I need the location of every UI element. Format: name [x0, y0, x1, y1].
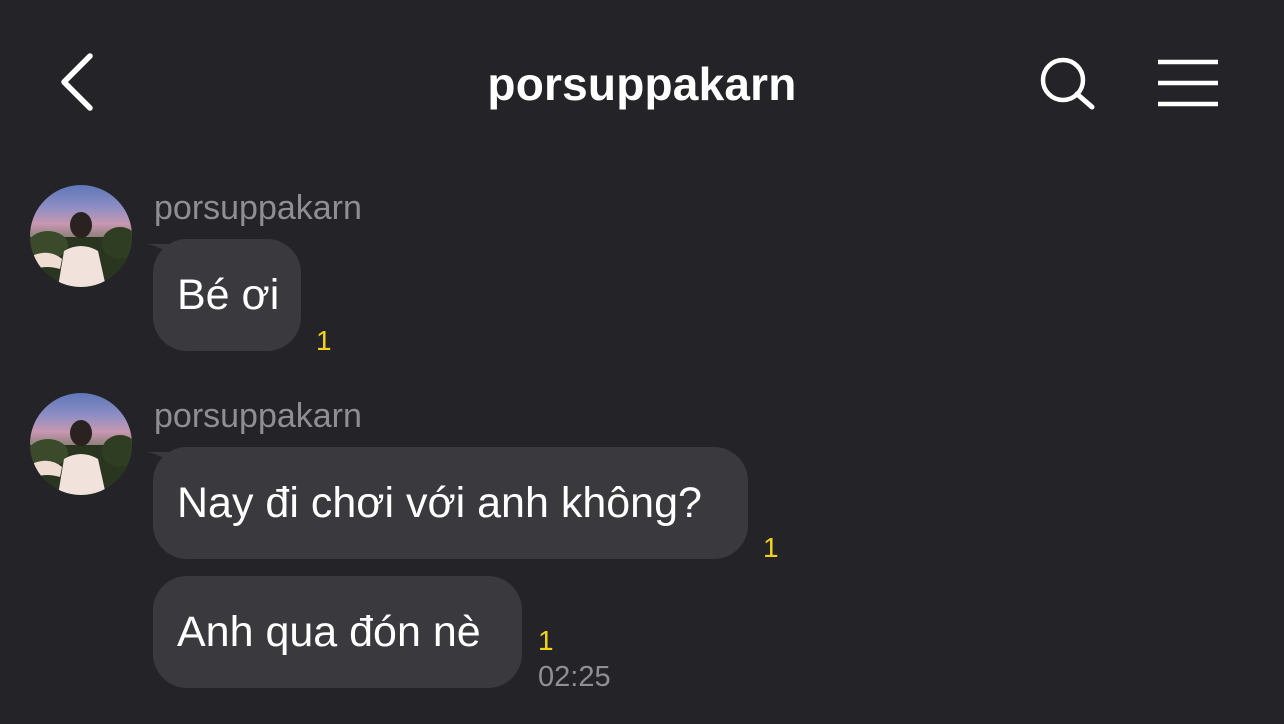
- unread-count: 1: [763, 532, 779, 563]
- search-icon: [1040, 57, 1095, 110]
- menu-button[interactable]: [1150, 50, 1226, 120]
- hamburger-menu-icon: [1158, 59, 1218, 107]
- sender-name: porsuppakarn: [154, 189, 362, 227]
- unread-count: 1: [316, 325, 332, 356]
- unread-count: 1: [538, 625, 554, 656]
- message-text: Bé ơi: [177, 271, 280, 319]
- message-bubble[interactable]: Anh qua đón nè: [153, 576, 522, 688]
- message-text: Nay đi chơi với anh không?: [177, 479, 702, 527]
- message-bubble[interactable]: Bé ơi: [153, 239, 301, 351]
- message-bubble[interactable]: Nay đi chơi với anh không?: [153, 447, 748, 559]
- chat-header: porsuppakarn: [0, 0, 1284, 170]
- sender-name: porsuppakarn: [154, 397, 362, 435]
- avatar[interactable]: [30, 185, 132, 287]
- message-text: Anh qua đón nè: [177, 608, 481, 656]
- message-timestamp: 02:25: [538, 661, 611, 693]
- avatar[interactable]: [30, 393, 132, 495]
- avatar-photo: [30, 212, 132, 287]
- avatar-photo: [30, 420, 132, 495]
- search-button[interactable]: [1032, 50, 1102, 120]
